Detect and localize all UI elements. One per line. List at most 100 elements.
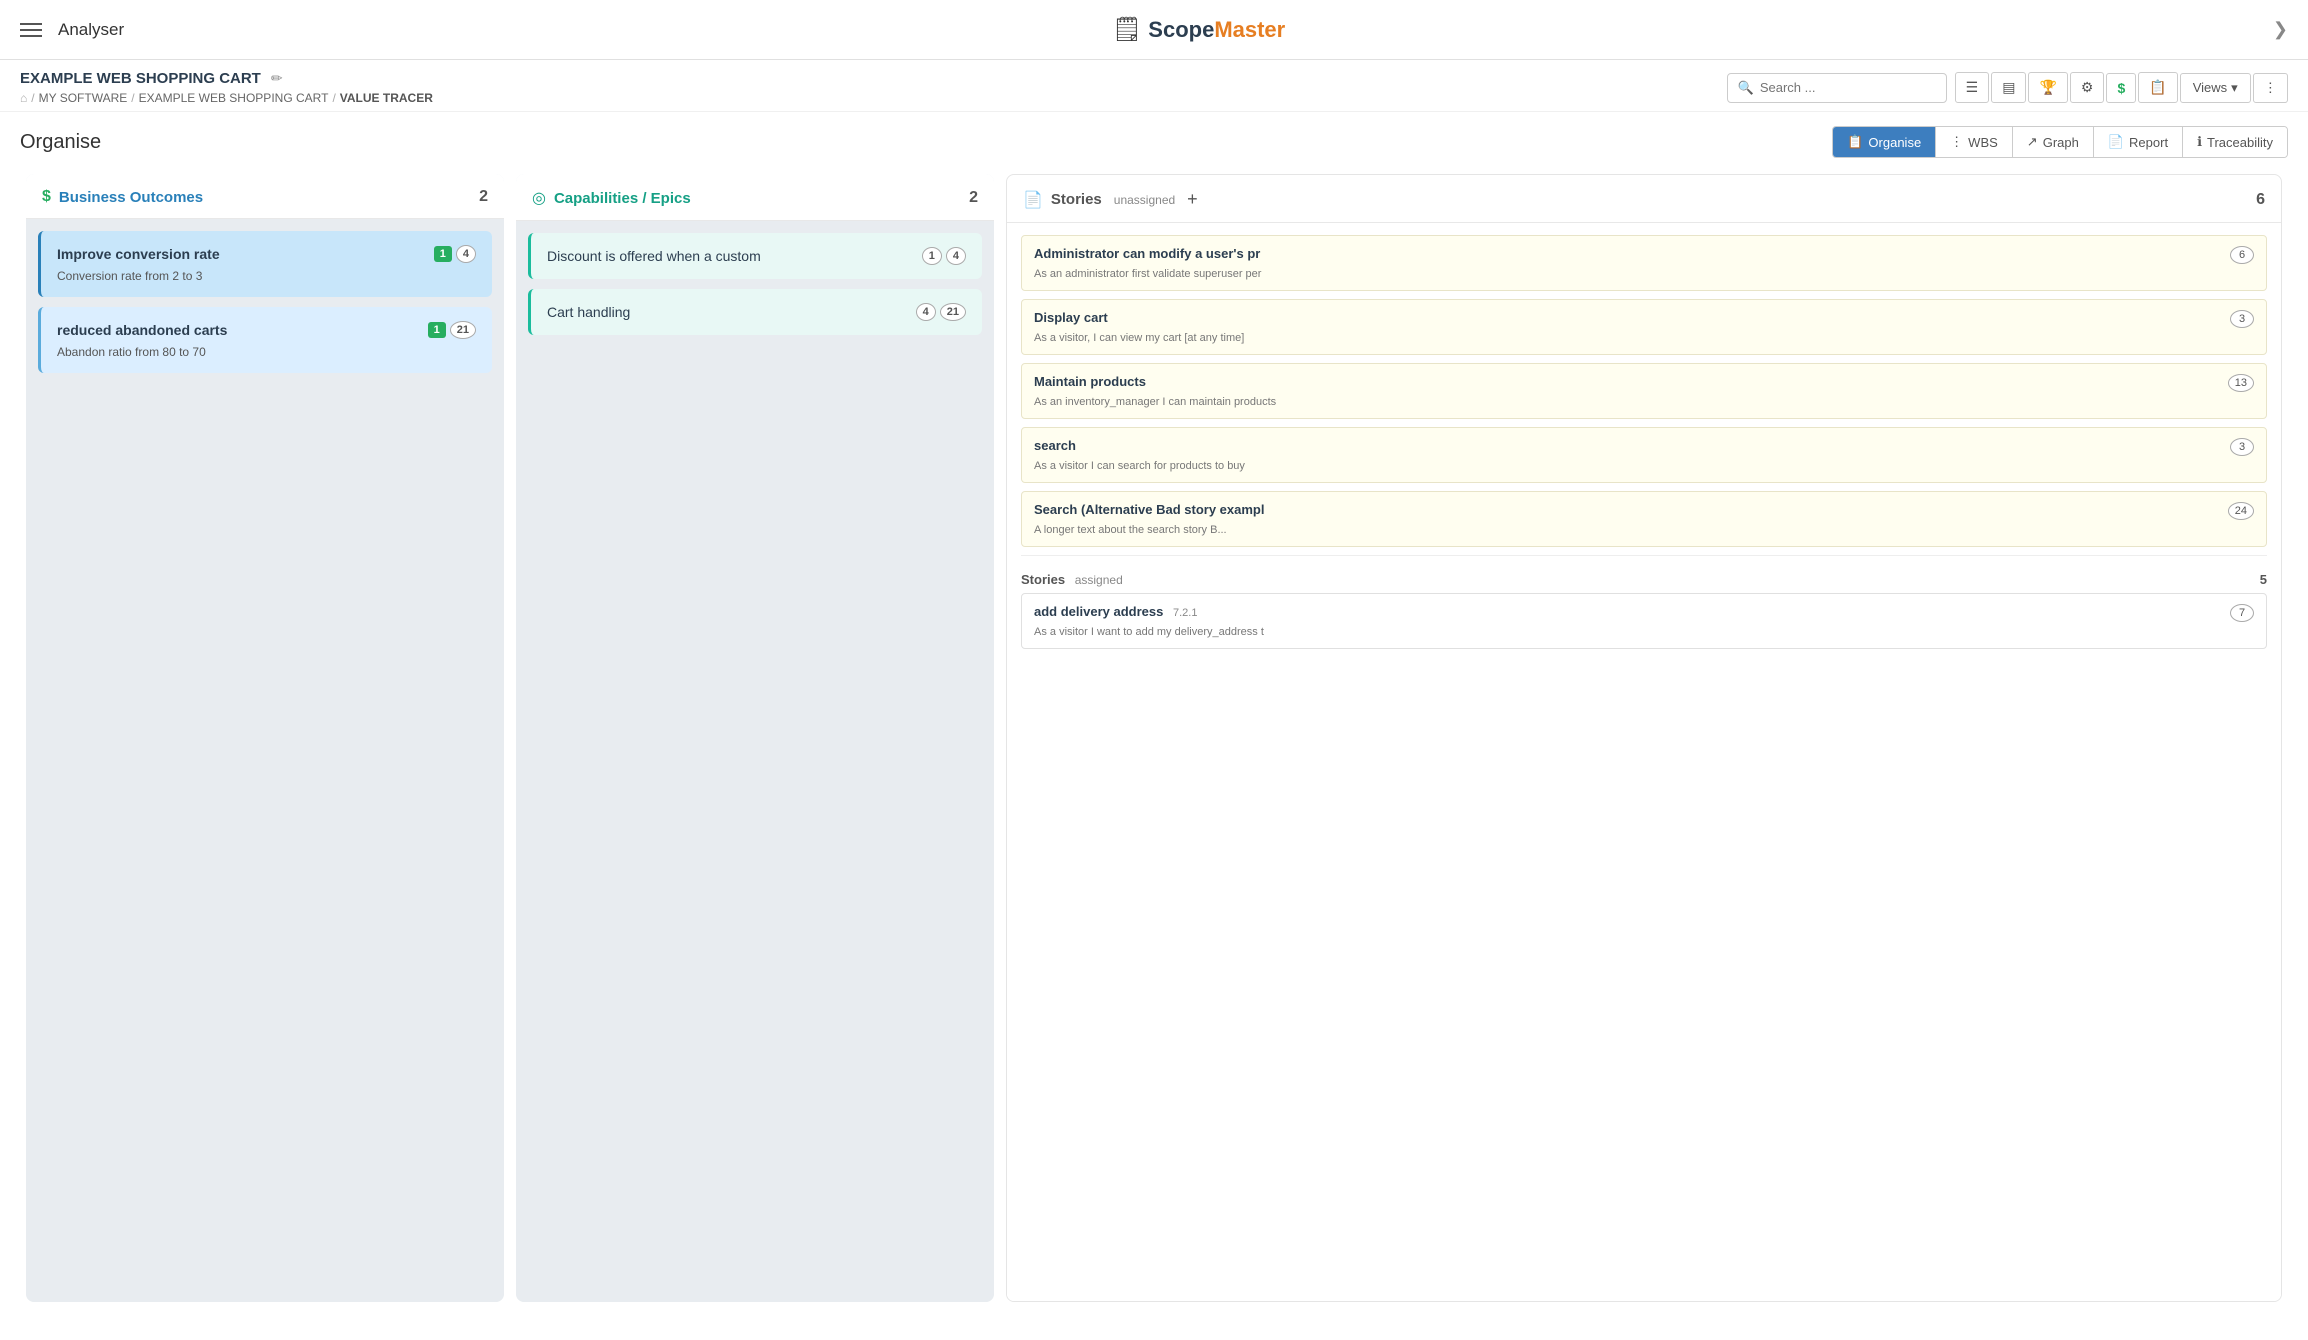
capabilities-body: Discount is offered when a custom 1 4 Ca…	[516, 221, 994, 1302]
view-tabs: 📋 Organise ⋮ WBS ↗ Graph 📄 Report ℹ Trac…	[1832, 126, 2288, 158]
trophy-button[interactable]: 🏆	[2028, 72, 2067, 103]
panel-header-left: $ Business Outcomes	[42, 188, 203, 206]
stories-add-icon[interactable]: +	[1187, 189, 1198, 210]
assigned-story-badge-0: 7	[2230, 604, 2254, 622]
story-badge-3: 3	[2230, 438, 2254, 456]
story-card-header-2: Maintain products 13	[1034, 374, 2254, 392]
breadcrumb: ⌂ / MY SOFTWARE / EXAMPLE WEB SHOPPING C…	[20, 91, 433, 105]
story-card-header-4: Search (Alternative Bad story exampl 24	[1034, 502, 2254, 520]
tab-graph[interactable]: ↗ Graph	[2013, 127, 2094, 157]
page-title: EXAMPLE WEB SHOPPING CART	[20, 70, 261, 87]
organise-tab-icon: 📋	[1847, 134, 1863, 150]
epic-card-1[interactable]: Cart handling 4 21	[528, 289, 982, 335]
story-card-2[interactable]: Maintain products 13 As an inventory_man…	[1021, 363, 2267, 419]
breadcrumb-sep-2: /	[332, 91, 335, 105]
list-view-button[interactable]: ☰	[1955, 72, 1990, 103]
story-badge-2: 13	[2228, 374, 2254, 392]
search-box[interactable]: 🔍	[1727, 73, 1947, 103]
outcome-card-desc-0: Conversion rate from 2 to 3	[57, 269, 476, 283]
graph-tab-icon: ↗	[2027, 134, 2038, 150]
epic-card-badges-1: 4 21	[916, 303, 966, 321]
tab-wbs[interactable]: ⋮ WBS	[1936, 127, 2013, 157]
capabilities-icon: ◎	[532, 188, 546, 208]
story-title-0: Administrator can modify a user's pr	[1034, 246, 2230, 261]
outcome-card-0[interactable]: Improve conversion rate 1 4 Conversion r…	[38, 231, 492, 297]
home-icon[interactable]: ⌂	[20, 91, 27, 105]
more-options-button[interactable]: ⋮	[2253, 73, 2288, 103]
story-title-3: search	[1034, 438, 2230, 453]
outcome-card-badges-1: 1 21	[428, 321, 476, 339]
breadcrumb-project[interactable]: EXAMPLE WEB SHOPPING CART	[139, 91, 329, 105]
edit-icon[interactable]: ✏	[271, 70, 283, 87]
stories-unassigned-count: 6	[2256, 191, 2265, 209]
outcome-card-header-0: Improve conversion rate 1 4	[57, 245, 476, 263]
epic-card-header-0: Discount is offered when a custom 1 4	[547, 247, 966, 265]
dollar-button[interactable]: $	[2106, 73, 2136, 103]
content-area: $ Business Outcomes 2 Improve conversion…	[0, 168, 2308, 1308]
business-outcomes-icon: $	[42, 188, 51, 206]
story-card-header-1: Display cart 3	[1034, 310, 2254, 328]
breadcrumb-my-software[interactable]: MY SOFTWARE	[39, 91, 128, 105]
wbs-tab-icon: ⋮	[1950, 134, 1963, 150]
stories-unassigned-label: unassigned	[1114, 193, 1175, 207]
breadcrumb-sep-1: /	[131, 91, 134, 105]
breadcrumb-bar: EXAMPLE WEB SHOPPING CART ✏ ⌂ / MY SOFTW…	[0, 60, 2308, 112]
toolbar-buttons: ☰ ▤ 🏆 ⚙ $ 📋 Views ▾ ⋮	[1955, 72, 2288, 103]
breadcrumb-sep-0: /	[31, 91, 34, 105]
top-nav: Analyser 🗒 ScopeMaster ❯	[0, 0, 2308, 60]
business-outcomes-body: Improve conversion rate 1 4 Conversion r…	[26, 219, 504, 1302]
assigned-story-card-header-0: add delivery address 7.2.1 7	[1034, 604, 2254, 622]
story-desc-4: A longer text about the search story B..…	[1034, 524, 2254, 536]
settings-button[interactable]: ⚙	[2070, 72, 2105, 103]
outcome-card-1[interactable]: reduced abandoned carts 1 21 Abandon rat…	[38, 307, 492, 373]
outcome-card-title-0: Improve conversion rate	[57, 246, 220, 262]
story-card-1[interactable]: Display cart 3 As a visitor, I can view …	[1021, 299, 2267, 355]
nav-left: Analyser	[20, 20, 124, 40]
grid-view-button[interactable]: ▤	[1991, 72, 2026, 103]
epic-badge1-1: 4	[916, 303, 936, 321]
stories-body: Administrator can modify a user's pr 6 A…	[1007, 223, 2281, 1301]
epic-card-title-1: Cart handling	[547, 304, 630, 320]
stories-divider	[1021, 555, 2267, 556]
tab-report[interactable]: 📄 Report	[2094, 127, 2183, 157]
epic-card-0[interactable]: Discount is offered when a custom 1 4	[528, 233, 982, 279]
toolbar-area: 🔍 ☰ ▤ 🏆 ⚙ $ 📋 Views ▾ ⋮	[1727, 72, 2288, 103]
business-outcomes-header: $ Business Outcomes 2	[26, 174, 504, 219]
story-card-4[interactable]: Search (Alternative Bad story exampl 24 …	[1021, 491, 2267, 547]
tab-traceability[interactable]: ℹ Traceability	[2183, 127, 2287, 157]
stories-title: Stories	[1051, 191, 1102, 208]
stories-header-left: 📄 Stories unassigned +	[1023, 189, 1198, 210]
story-card-3[interactable]: search 3 As a visitor I can search for p…	[1021, 427, 2267, 483]
outcome-card-badges-0: 1 4	[434, 245, 476, 263]
capabilities-header: ◎ Capabilities / Epics 2	[516, 174, 994, 221]
business-outcomes-count: 2	[479, 188, 488, 206]
story-badge-0: 6	[2230, 246, 2254, 264]
stories-header: 📄 Stories unassigned + 6	[1007, 175, 2281, 223]
capabilities-panel: ◎ Capabilities / Epics 2 Discount is off…	[516, 174, 994, 1302]
assigned-stories-count: 5	[2260, 572, 2267, 587]
stories-panel: 📄 Stories unassigned + 6 Administrator c…	[1006, 174, 2282, 1302]
brand-icon: 🗒	[1112, 15, 1142, 44]
outcome-card-header-1: reduced abandoned carts 1 21	[57, 321, 476, 339]
nav-chevron-icon[interactable]: ❯	[2273, 19, 2288, 40]
tab-organise[interactable]: 📋 Organise	[1833, 127, 1936, 157]
hamburger-menu[interactable]	[20, 23, 42, 37]
views-dropdown-button[interactable]: Views ▾	[2180, 73, 2251, 103]
assigned-story-desc-0: As a visitor I want to add my delivery_a…	[1034, 626, 2254, 638]
views-label: Views	[2193, 80, 2227, 95]
story-card-0[interactable]: Administrator can modify a user's pr 6 A…	[1021, 235, 2267, 291]
outcome-card-title-1: reduced abandoned carts	[57, 322, 227, 338]
stories-assigned-title: Stories	[1021, 572, 1065, 587]
brand-name: ScopeMaster	[1148, 17, 1285, 43]
search-input[interactable]	[1760, 80, 1936, 95]
story-card-header-3: search 3	[1034, 438, 2254, 456]
views-chevron-icon: ▾	[2231, 80, 2238, 96]
search-icon: 🔍	[1738, 80, 1754, 96]
assigned-story-version-0: 7.2.1	[1173, 607, 1197, 619]
epic-card-title-0: Discount is offered when a custom	[547, 248, 761, 264]
story-desc-3: As a visitor I can search for products t…	[1034, 460, 2254, 472]
report-button[interactable]: 📋	[2138, 72, 2177, 103]
nav-right: ❯	[2273, 19, 2288, 40]
assigned-story-card-0[interactable]: add delivery address 7.2.1 7 As a visito…	[1021, 593, 2267, 649]
story-title-1: Display cart	[1034, 310, 2230, 325]
